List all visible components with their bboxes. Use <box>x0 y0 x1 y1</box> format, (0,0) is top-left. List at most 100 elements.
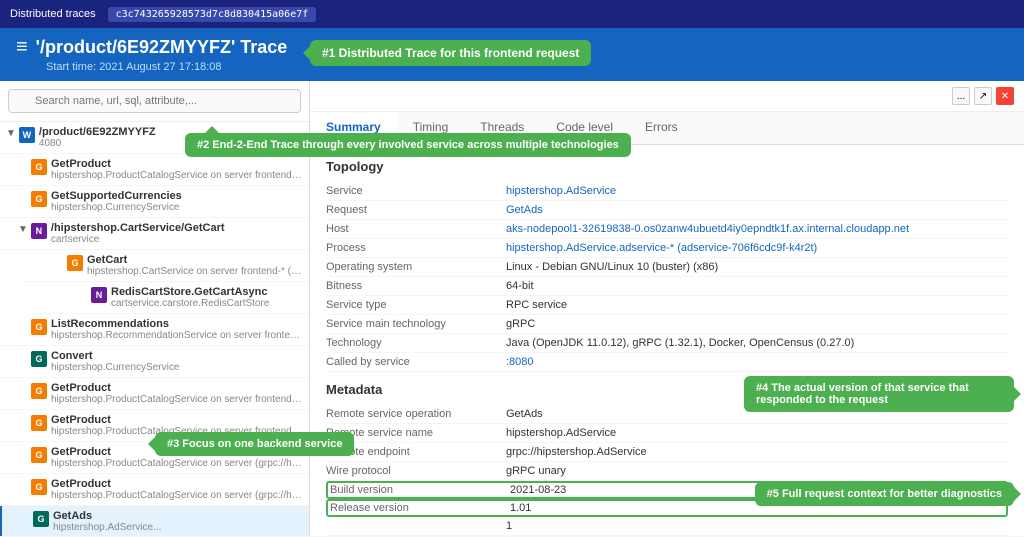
topology-row: Service hipstershop.AdService <box>326 182 1008 201</box>
annotation-4: #4 The actual version of that service th… <box>744 376 1014 412</box>
metadata-row: Wire protocol gRPC unary <box>326 462 1008 481</box>
page-header: ≡ '/product/6E92ZMYYFZ' Trace Start time… <box>0 28 1024 81</box>
chevron-icon: ▼ <box>18 224 28 235</box>
top-bar-trace-id: c3c743265928573d7c8d830415a06e7f <box>108 7 317 22</box>
detail-value: grpc://hipstershop.AdService <box>506 446 1008 458</box>
search-input[interactable] <box>8 89 301 113</box>
detail-value: Linux - Debian GNU/Linux 10 (buster) (x8… <box>506 261 1008 273</box>
service-icon: N <box>91 287 107 303</box>
tree-item-name: GetProduct <box>51 414 303 426</box>
service-icon: G <box>31 351 47 367</box>
metadata-row: Remote service name hipstershop.AdServic… <box>326 424 1008 443</box>
topology-row: Service type RPC service <box>326 296 1008 315</box>
top-bar: Distributed traces c3c743265928573d7c8d8… <box>0 0 1024 28</box>
tree-item-text: Converthipstershop.CurrencyService <box>51 350 303 373</box>
tree-item-text: RedisCartStore.GetCartAsynccartservice.c… <box>111 286 303 309</box>
tree-item-name: GetAds <box>53 510 303 522</box>
detail-label: Build version <box>330 484 510 496</box>
detail-label: Service <box>326 185 506 197</box>
tree-item-text: GetProducthipstershop.ProductCatalogServ… <box>51 478 303 501</box>
service-icon: G <box>31 319 47 335</box>
chevron-icon: ▼ <box>6 128 16 139</box>
detail-value[interactable]: hipstershop.AdService <box>506 185 1008 197</box>
service-icon: W <box>19 127 35 143</box>
tree-item-sub: cartservice <box>51 234 303 245</box>
tree-item-listrec[interactable]: GListRecommendationshipstershop.Recommen… <box>0 314 309 346</box>
detail-value: gRPC unary <box>506 465 1008 477</box>
tree-item-getproduct2[interactable]: GGetProducthipstershop.ProductCatalogSer… <box>0 378 309 410</box>
detail-value[interactable]: :8080 <box>506 356 1008 368</box>
tree-item-getcart[interactable]: GGetCarthipstershop.CartService on serve… <box>24 250 309 282</box>
tree-item-text: GetSupportedCurrencieshipstershop.Curren… <box>51 190 303 213</box>
detail-value[interactable]: hipstershop.AdService.adservice-* (adser… <box>506 242 1008 254</box>
detail-label: Process <box>326 242 506 254</box>
detail-value: RPC service <box>506 299 1008 311</box>
tree-item-getproduct5[interactable]: GGetProducthipstershop.ProductCatalogSer… <box>0 474 309 506</box>
topology-row: Process hipstershop.AdService.adservice-… <box>326 239 1008 258</box>
tree-item-sub: hipstershop.CurrencyService <box>51 362 303 373</box>
tree-item-convert[interactable]: GConverthipstershop.CurrencyService <box>0 346 309 378</box>
service-icon: N <box>31 223 47 239</box>
topology-row: Technology Java (OpenJDK 11.0.12), gRPC … <box>326 334 1008 353</box>
annotation-1: #1 Distributed Trace for this frontend r… <box>310 40 591 66</box>
tree-item-redis[interactable]: NRedisCartStore.GetCartAsynccartservice.… <box>36 282 309 314</box>
annotation-5: #5 Full request context for better diagn… <box>755 482 1014 506</box>
tree-item-name: GetSupportedCurrencies <box>51 190 303 202</box>
detail-label: Service main technology <box>326 318 506 330</box>
detail-label <box>326 520 506 532</box>
tree-item-sub: cartservice.carstore.RedisCartStore <box>111 298 303 309</box>
topology-row: Operating system Linux - Debian GNU/Linu… <box>326 258 1008 277</box>
topology-row: Host aks-nodepool1-32619838-0.os0zanw4ub… <box>326 220 1008 239</box>
service-icon: G <box>31 191 47 207</box>
tree-item-sub: hipstershop.CartService on server fronte… <box>87 266 303 277</box>
detail-label: Bitness <box>326 280 506 292</box>
annotation-2: #2 End-2-End Trace through every involve… <box>185 133 631 157</box>
tree-item-name: Convert <box>51 350 303 362</box>
detail-value: hipstershop.AdService <box>506 427 1008 439</box>
tree-item-name: RedisCartStore.GetCartAsync <box>111 286 303 298</box>
tree-item-text: GetProducthipstershop.ProductCatalogServ… <box>51 382 303 405</box>
tree-item-sub: hipstershop.ProductCatalogService on ser… <box>51 394 303 405</box>
service-icon: G <box>67 255 83 271</box>
tab-errors[interactable]: Errors <box>629 112 694 144</box>
search-bar: 🔍 <box>0 81 309 122</box>
tree-item-getproduct1[interactable]: GGetProducthipstershop.ProductCatalogSer… <box>0 154 309 186</box>
detail-value[interactable]: aks-nodepool1-32619838-0.os0zanw4ubuetd4… <box>506 223 1008 235</box>
detail-label: Request <box>326 204 506 216</box>
main-layout: #2 End-2-End Trace through every involve… <box>0 81 1024 536</box>
detail-label: Called by service <box>326 356 506 368</box>
tree-container: ▼W/product/6E92ZMYYFZ4080GGetProducthips… <box>0 122 309 536</box>
detail-label: Technology <box>326 337 506 349</box>
service-icon: G <box>31 479 47 495</box>
tree-item-name: GetProduct <box>51 478 303 490</box>
panel-expand-button[interactable]: ↗ <box>974 87 992 105</box>
trace-title: '/product/6E92ZMYYFZ' Trace <box>36 37 288 58</box>
panel-header: ... ↗ ✕ <box>310 81 1024 112</box>
topology-row: Bitness 64-bit <box>326 277 1008 296</box>
panel-close-button[interactable]: ✕ <box>996 87 1014 105</box>
tree-item-name: GetProduct <box>51 158 303 170</box>
tree-item-name: GetProduct <box>51 382 303 394</box>
metadata-row: Remote endpoint grpc://hipstershop.AdSer… <box>326 443 1008 462</box>
tree-item-sub: hipstershop.CurrencyService <box>51 202 303 213</box>
trace-icon: ≡ <box>16 36 28 59</box>
tree-item-text: GetCarthipstershop.CartService on server… <box>87 254 303 277</box>
metadata-row: 1 <box>326 517 1008 536</box>
tree-item-getsupported[interactable]: GGetSupportedCurrencieshipstershop.Curre… <box>0 186 309 218</box>
tree-item-sub: hipstershop.AdService... <box>53 522 303 533</box>
tree-item-getcart_parent[interactable]: ▼N/hipstershop.CartService/GetCartcartse… <box>0 218 309 250</box>
tree-item-sub: hipstershop.RecommendationService on ser… <box>51 330 303 341</box>
service-icon: G <box>31 383 47 399</box>
panel-content: Topology Service hipstershop.AdService R… <box>310 145 1024 536</box>
detail-value[interactable]: GetAds <box>506 204 1008 216</box>
detail-value: 64-bit <box>506 280 1008 292</box>
service-icon: G <box>31 159 47 175</box>
tree-item-sub: hipstershop.ProductCatalogService on ser… <box>51 490 303 501</box>
service-icon: G <box>31 415 47 431</box>
topology-section-title: Topology <box>326 159 1008 174</box>
panel-controls: ... ↗ ✕ <box>952 87 1014 105</box>
detail-label: Service type <box>326 299 506 311</box>
panel-more-button[interactable]: ... <box>952 87 970 105</box>
tree-item-sub: hipstershop.ProductCatalogService on ser… <box>51 458 303 469</box>
tree-item-getads[interactable]: GGetAdshipstershop.AdService... <box>0 506 309 536</box>
